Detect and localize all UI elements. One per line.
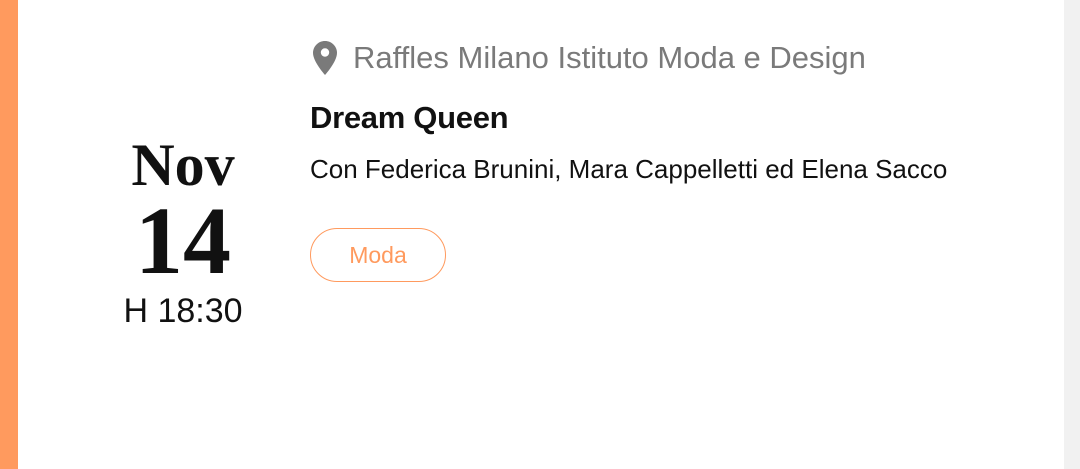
event-subtitle: Con Federica Brunini, Mara Cappelletti e… (310, 154, 948, 184)
event-month: Nov (131, 132, 235, 198)
map-pin-icon (313, 41, 337, 75)
event-card[interactable]: Nov 14 H 18:30 Raffles Milano Istituto M… (18, 0, 1064, 469)
location-name: Raffles Milano Istituto Moda e Design (353, 40, 866, 75)
event-date: Nov 14 H 18:30 (102, 135, 264, 331)
event-location: Raffles Milano Istituto Moda e Design (313, 36, 866, 80)
event-day: 14 (135, 187, 231, 294)
event-time: H 18:30 (123, 292, 243, 330)
accent-bar (0, 0, 18, 469)
event-title[interactable]: Dream Queen (310, 100, 509, 136)
category-tag-button[interactable]: Moda (310, 228, 446, 282)
